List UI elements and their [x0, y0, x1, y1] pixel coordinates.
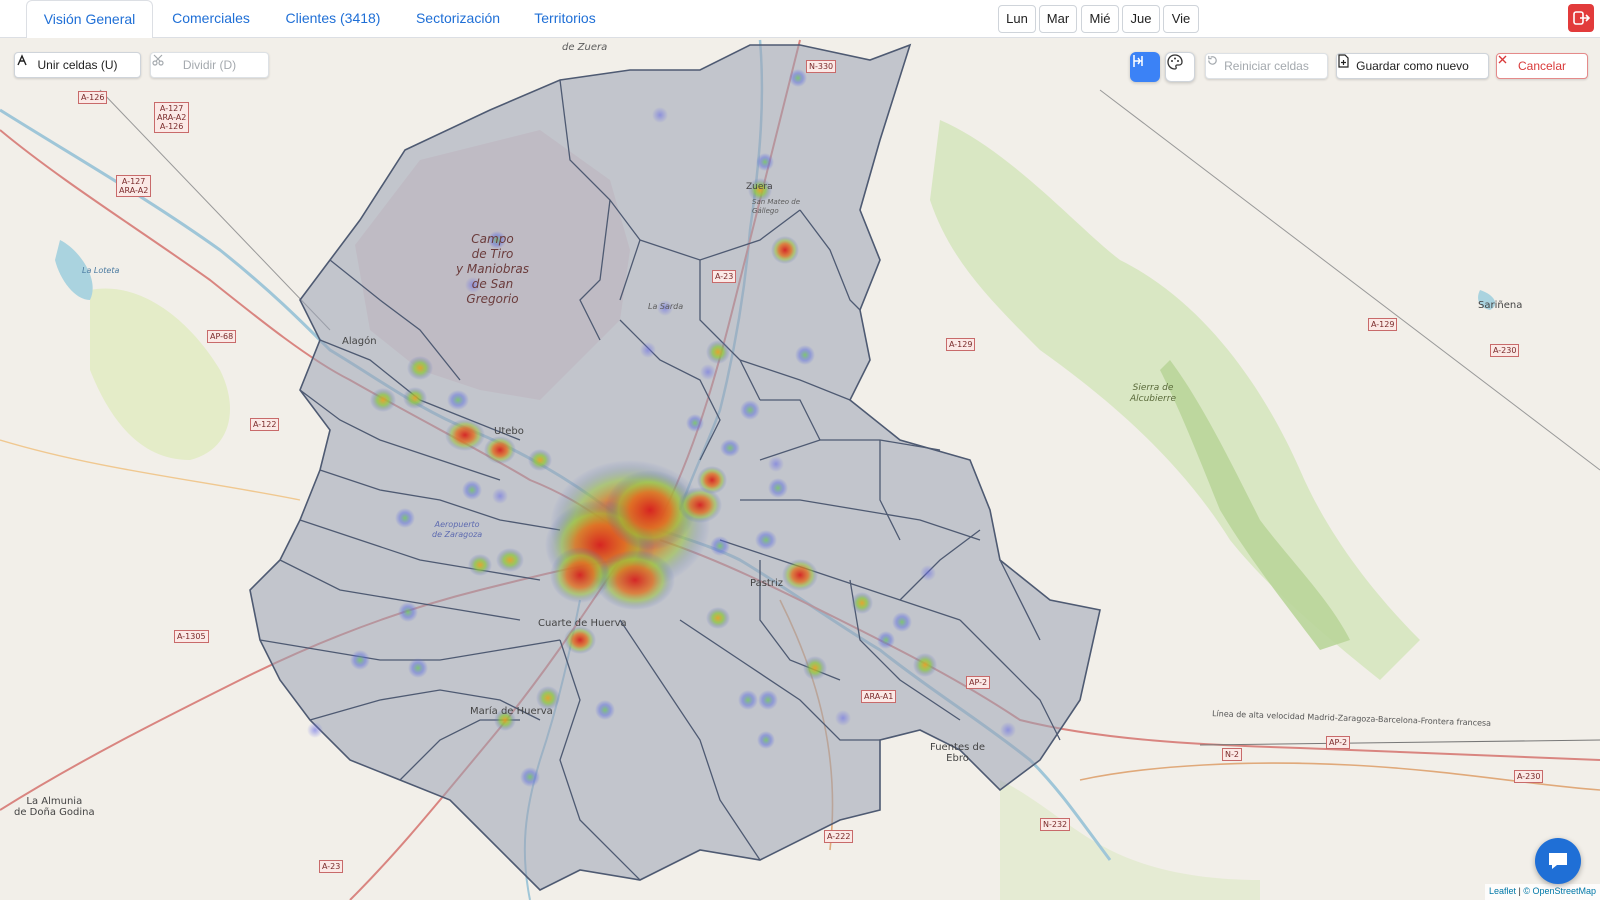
- merge-icon: [17, 54, 27, 66]
- merge-cells-button[interactable]: Unir celdas (U): [14, 52, 141, 78]
- place-label-campo-tiro: Campo de Tiro y Maniobras de San Gregori…: [440, 232, 545, 307]
- place-label-maria: María de Huerva: [470, 706, 553, 717]
- place-label-almunia-line1: La Almunia: [26, 796, 83, 807]
- road-shield-a127-line1: A-127: [159, 104, 184, 113]
- chat-icon: [1549, 853, 1567, 869]
- road-shield-a129b: A-129: [1368, 318, 1398, 331]
- split-cells-button[interactable]: Dividir (D): [150, 52, 269, 78]
- road-shield-n2: N-2: [1222, 748, 1242, 761]
- palette-button[interactable]: [1165, 52, 1195, 82]
- place-label-la-sarda: La Sarda: [648, 302, 684, 311]
- road-shield-n330: N-330: [806, 60, 837, 73]
- place-label-san-mateo: San Mateo de Gállego: [752, 198, 800, 216]
- place-label-cuarte: Cuarte de Huerva: [538, 618, 627, 629]
- road-shield-a230: A-230: [1490, 344, 1520, 357]
- tab-comerciales[interactable]: Comerciales: [163, 0, 259, 38]
- place-label-sierra-line2: Alcubierre: [1130, 394, 1176, 404]
- merge-cells-label: Unir celdas (U): [37, 58, 118, 72]
- scissors-icon: [152, 54, 164, 66]
- tab-clientes[interactable]: Clientes (3418): [277, 0, 389, 38]
- place-label-utebo: Utebo: [494, 426, 524, 437]
- place-label-aeropuerto-line2: de Zaragoza: [432, 530, 483, 539]
- reset-cells-label: Reiniciar celdas: [1224, 59, 1309, 73]
- road-shield-a127b-line1: A-127: [121, 177, 146, 186]
- place-label-almunia: La Almunia de Doña Godina: [14, 796, 95, 818]
- place-label-campo-line5: Gregorio: [466, 292, 519, 306]
- day-button-mie[interactable]: Mié: [1081, 5, 1119, 33]
- day-button-jue[interactable]: Jue: [1122, 5, 1160, 33]
- save-as-new-label: Guardar como nuevo: [1356, 59, 1469, 73]
- reset-cells-button[interactable]: Reiniciar celdas: [1205, 53, 1328, 79]
- road-shield-ap68: AP-68: [207, 330, 237, 343]
- place-label-campo-line2: de Tiro: [471, 247, 514, 261]
- place-label-sierra: Sierra de Alcubierre: [1130, 383, 1176, 405]
- day-button-mar[interactable]: Mar: [1039, 5, 1077, 33]
- place-label-pastriz: Pastriz: [750, 578, 783, 589]
- road-shield-a127-line2: ARA-A2: [157, 113, 187, 122]
- chat-button[interactable]: [1535, 838, 1581, 884]
- heatmap-toggle-button[interactable]: [1130, 52, 1160, 82]
- road-shield-a122: A-122: [250, 418, 280, 431]
- map-canvas[interactable]: [0, 38, 1600, 900]
- day-button-vie[interactable]: Vie: [1163, 5, 1199, 33]
- map-view[interactable]: de Zuera Campo de Tiro y Maniobras de Sa…: [0, 38, 1600, 900]
- place-label-almunia-line2: de Doña Godina: [14, 807, 95, 818]
- tab-vision-general[interactable]: Visión General: [26, 0, 153, 39]
- road-shield-a23-top: A-23: [712, 270, 737, 283]
- road-shield-a127b-group: A-127 ARA-A2: [116, 175, 152, 197]
- leaflet-link[interactable]: Leaflet: [1489, 886, 1516, 896]
- cancel-label: Cancelar: [1517, 59, 1567, 73]
- map-attribution: Leaflet | © OpenStreetMap: [1484, 884, 1600, 900]
- place-label-zuera-town: Zuera: [746, 182, 773, 192]
- cancel-button[interactable]: Cancelar: [1496, 53, 1588, 79]
- road-shield-ap2: AP-2: [966, 676, 991, 689]
- split-cells-label: Dividir (D): [182, 58, 237, 72]
- road-shield-a126: A-126: [78, 91, 108, 104]
- place-label-sarinena: Sariñena: [1478, 300, 1523, 311]
- road-shield-a127-group: A-127 ARA-A2 A-126: [154, 102, 190, 133]
- osm-link[interactable]: © OpenStreetMap: [1523, 886, 1596, 896]
- save-as-new-button[interactable]: Guardar como nuevo: [1336, 53, 1489, 79]
- place-label-san-mateo-line1: San Mateo de: [752, 198, 801, 206]
- place-label-zuera: de Zuera: [562, 42, 608, 53]
- road-shield-n232: N-232: [1040, 818, 1071, 831]
- tab-sectorizacion[interactable]: Sectorización: [408, 0, 508, 38]
- file-plus-icon: [1338, 54, 1349, 68]
- top-navigation: Visión General Comerciales Clientes (341…: [0, 0, 1600, 39]
- place-label-fuentes-line2: Ebro: [946, 753, 969, 764]
- place-label-aeropuerto: Aeropuerto de Zaragoza: [432, 520, 482, 540]
- place-label-loteta: La Loteta: [82, 266, 120, 275]
- logout-button[interactable]: [1568, 4, 1594, 32]
- place-label-campo-line4: de San: [471, 277, 514, 291]
- road-shield-a23-bottom: A-23: [319, 860, 344, 873]
- road-shield-ara-a1: ARA-A1: [861, 690, 897, 703]
- road-shield-a127-line3: A-126: [159, 122, 184, 131]
- road-shield-a127b-line2: ARA-A2: [119, 186, 149, 195]
- day-button-lun[interactable]: Lun: [998, 5, 1036, 33]
- road-shield-a129: A-129: [946, 338, 976, 351]
- place-label-campo-line3: y Maniobras: [455, 262, 530, 276]
- place-label-alagon: Alagón: [342, 336, 377, 347]
- close-icon: [1498, 55, 1507, 64]
- road-shield-a222: A-222: [824, 830, 854, 843]
- road-shield-ap2b: AP-2: [1326, 736, 1351, 749]
- place-label-san-mateo-line2: Gállego: [752, 207, 779, 215]
- road-shield-a1305: A-1305: [174, 630, 209, 643]
- road-shield-a230b: A-230: [1514, 770, 1544, 783]
- place-label-aeropuerto-line1: Aeropuerto: [434, 520, 480, 529]
- tab-territorios[interactable]: Territorios: [527, 0, 603, 38]
- reset-icon: [1208, 55, 1217, 65]
- place-label-campo-line1: Campo: [471, 232, 514, 246]
- place-label-fuentes: Fuentes de Ebro: [930, 742, 985, 764]
- heatmap-icon: [1133, 55, 1143, 67]
- place-label-sierra-line1: Sierra de: [1132, 383, 1174, 393]
- palette-icon: [1167, 54, 1183, 70]
- logout-icon: [1573, 11, 1591, 25]
- place-label-fuentes-line1: Fuentes de: [930, 742, 985, 753]
